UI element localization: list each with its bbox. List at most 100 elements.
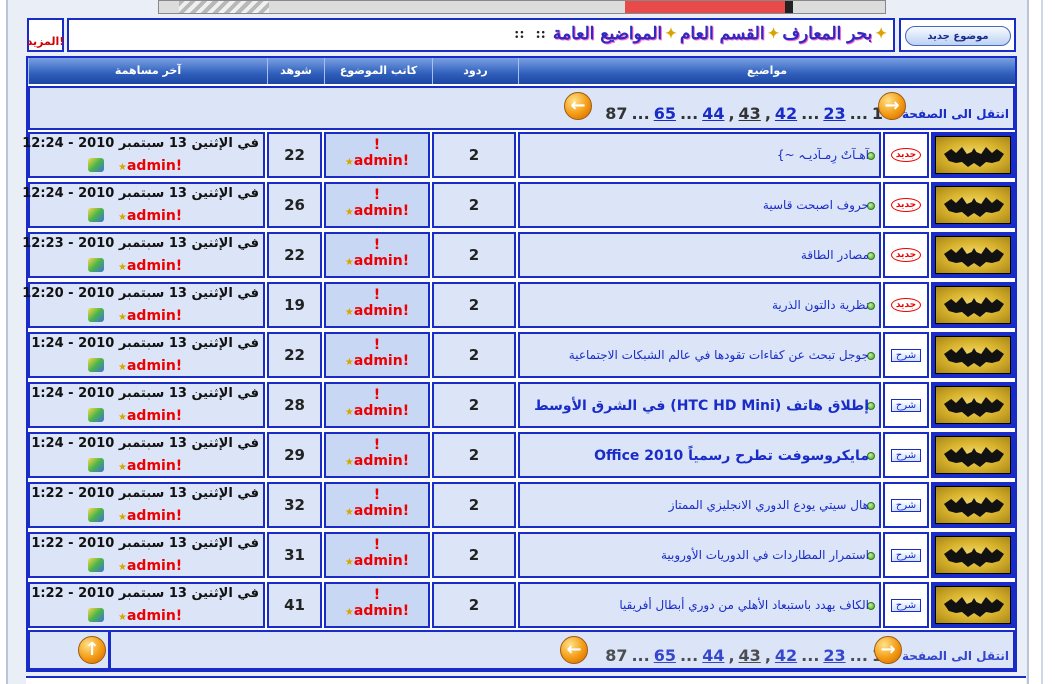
scrollbar-edge[interactable] <box>1041 0 1055 684</box>
author-name[interactable]: admin! <box>354 153 409 169</box>
author-link[interactable]: ★admin! <box>326 552 428 572</box>
last-post-author[interactable]: admin! <box>127 308 182 324</box>
author-name[interactable]: admin! <box>354 353 409 369</box>
author-name[interactable]: admin! <box>354 603 409 619</box>
last-post-author[interactable]: admin! <box>127 558 182 574</box>
last-post-author[interactable]: admin! <box>127 158 182 174</box>
author-link[interactable]: ★admin! <box>326 252 428 272</box>
author-link[interactable]: ★admin! <box>326 452 428 472</box>
author-link[interactable]: ★admin! <box>326 352 428 372</box>
last-post-author-link[interactable]: ★admin! <box>118 408 182 424</box>
author-link[interactable]: ★admin! <box>326 302 428 322</box>
more-box[interactable]: المزيد! <box>27 18 64 52</box>
go-to-last-post-icon[interactable] <box>86 606 106 624</box>
go-to-last-post-icon[interactable] <box>86 456 106 474</box>
topic-title-link[interactable]: آهـآتٌ رِمـآديـہ ~} <box>777 148 869 162</box>
topic-avatar[interactable] <box>931 232 1015 278</box>
author-name[interactable]: admin! <box>354 203 409 219</box>
author-link[interactable]: ★admin! <box>326 602 428 622</box>
last-post-author[interactable]: admin! <box>127 458 182 474</box>
topic-avatar[interactable] <box>931 332 1015 378</box>
page-link[interactable]: 42 <box>775 104 797 123</box>
last-post-author-link[interactable]: ★admin! <box>118 508 182 524</box>
page-link[interactable]: 44 <box>702 646 724 665</box>
last-post-author[interactable]: admin! <box>127 258 182 274</box>
column-views[interactable]: شوهد <box>267 58 324 84</box>
topic-title-link[interactable]: استمرار المطاردات في الدوريات الأوروبية <box>661 548 869 562</box>
last-post-author[interactable]: admin! <box>127 508 182 524</box>
author-name[interactable]: admin! <box>354 503 409 519</box>
page-link[interactable]: 43 <box>739 104 761 123</box>
author-name[interactable]: admin! <box>354 303 409 319</box>
last-post-author-link[interactable]: ★admin! <box>118 608 182 624</box>
page-link[interactable]: 23 <box>823 646 845 665</box>
page-last[interactable]: 87 <box>605 646 627 665</box>
topic-avatar[interactable] <box>931 132 1015 178</box>
last-post-author-link[interactable]: ★admin! <box>118 258 182 274</box>
breadcrumb-forum-link[interactable]: بحر المعارف <box>782 24 872 44</box>
author-link[interactable]: ★admin! <box>326 152 428 172</box>
author-name[interactable]: admin! <box>354 253 409 269</box>
last-post-author-link[interactable]: ★admin! <box>118 558 182 574</box>
column-replies[interactable]: ردود <box>432 58 518 84</box>
scrollbar-track[interactable] <box>1041 0 1043 684</box>
column-topics[interactable]: مواضيع <box>518 58 1015 84</box>
next-page-arrow-icon[interactable]: → <box>874 636 902 664</box>
author-name[interactable]: admin! <box>354 453 409 469</box>
next-page-arrow-icon[interactable]: → <box>878 92 906 120</box>
page-link[interactable]: 44 <box>702 104 724 123</box>
author-link[interactable]: ★admin! <box>326 402 428 422</box>
page-link[interactable]: 65 <box>654 104 676 123</box>
last-post-author-link[interactable]: ★admin! <box>118 208 182 224</box>
topic-title-link[interactable]: جوجل تبحث عن كفاءات تقودها في عالم الشبك… <box>569 348 869 362</box>
go-to-last-post-icon[interactable] <box>86 506 106 524</box>
topic-title-link[interactable]: حروف اصبحت قاسية <box>763 198 869 212</box>
last-post-author[interactable]: admin! <box>127 208 182 224</box>
last-post-author[interactable]: admin! <box>127 358 182 374</box>
last-post-author-link[interactable]: ★admin! <box>118 158 182 174</box>
go-to-last-post-icon[interactable] <box>86 206 106 224</box>
topic-title-link[interactable]: هال سيتي يودع الدوري الانجليزي الممتاز <box>669 498 869 512</box>
last-post-author-link[interactable]: ★admin! <box>118 458 182 474</box>
topic-title-link[interactable]: الكاف يهدد باستبعاد الأهلي من دوري أبطال… <box>619 598 869 612</box>
page-link[interactable]: 43 <box>739 646 761 665</box>
topic-avatar[interactable] <box>931 382 1015 428</box>
go-to-last-post-icon[interactable] <box>86 406 106 424</box>
breadcrumb-category-link[interactable]: المواضيع العامة <box>553 24 662 44</box>
go-to-last-post-icon[interactable] <box>86 556 106 574</box>
go-to-last-post-icon[interactable] <box>86 306 106 324</box>
topic-title-link[interactable]: إطلاق هاتف (HTC HD Mini) في الشرق الأوسط <box>534 398 869 414</box>
last-post-author-link[interactable]: ★admin! <box>118 308 182 324</box>
author-link[interactable]: ★admin! <box>326 202 428 222</box>
page-link[interactable]: 65 <box>654 646 676 665</box>
author-name[interactable]: admin! <box>354 403 409 419</box>
page-link[interactable]: 23 <box>823 104 845 123</box>
topic-avatar[interactable] <box>931 182 1015 228</box>
page-link[interactable]: 42 <box>775 646 797 665</box>
column-last-post[interactable]: آخر مساهمة <box>28 58 267 84</box>
go-to-last-post-icon[interactable] <box>86 356 106 374</box>
topic-avatar[interactable] <box>931 432 1015 478</box>
topic-avatar[interactable] <box>931 582 1015 628</box>
go-to-last-post-icon[interactable] <box>86 256 106 274</box>
topic-avatar[interactable] <box>931 282 1015 328</box>
topic-title-link[interactable]: مايكروسوفت تطرح رسمياً Office 2010 <box>594 448 869 464</box>
author-name[interactable]: admin! <box>354 553 409 569</box>
topic-title-link[interactable]: مصادر الطاقة <box>801 248 869 262</box>
more-link[interactable]: المزيد! <box>27 35 65 48</box>
prev-page-arrow-icon[interactable]: ← <box>564 92 592 120</box>
breadcrumb-section-link[interactable]: القسم العام <box>680 24 765 44</box>
topic-avatar[interactable] <box>931 482 1015 528</box>
topic-avatar[interactable] <box>931 532 1015 578</box>
scroll-top-arrow-icon[interactable]: ↑ <box>78 636 106 664</box>
last-post-author[interactable]: admin! <box>127 408 182 424</box>
new-topic-button[interactable]: موضوع جديد <box>905 26 1011 46</box>
page-last[interactable]: 87 <box>605 104 627 123</box>
author-link[interactable]: ★admin! <box>326 502 428 522</box>
last-post-author-link[interactable]: ★admin! <box>118 358 182 374</box>
last-post-author[interactable]: admin! <box>127 608 182 624</box>
column-author[interactable]: كاتب الموضوع <box>324 58 432 84</box>
go-to-last-post-icon[interactable] <box>86 156 106 174</box>
banner-image[interactable] <box>158 0 886 14</box>
prev-page-arrow-icon[interactable]: ← <box>560 636 588 664</box>
